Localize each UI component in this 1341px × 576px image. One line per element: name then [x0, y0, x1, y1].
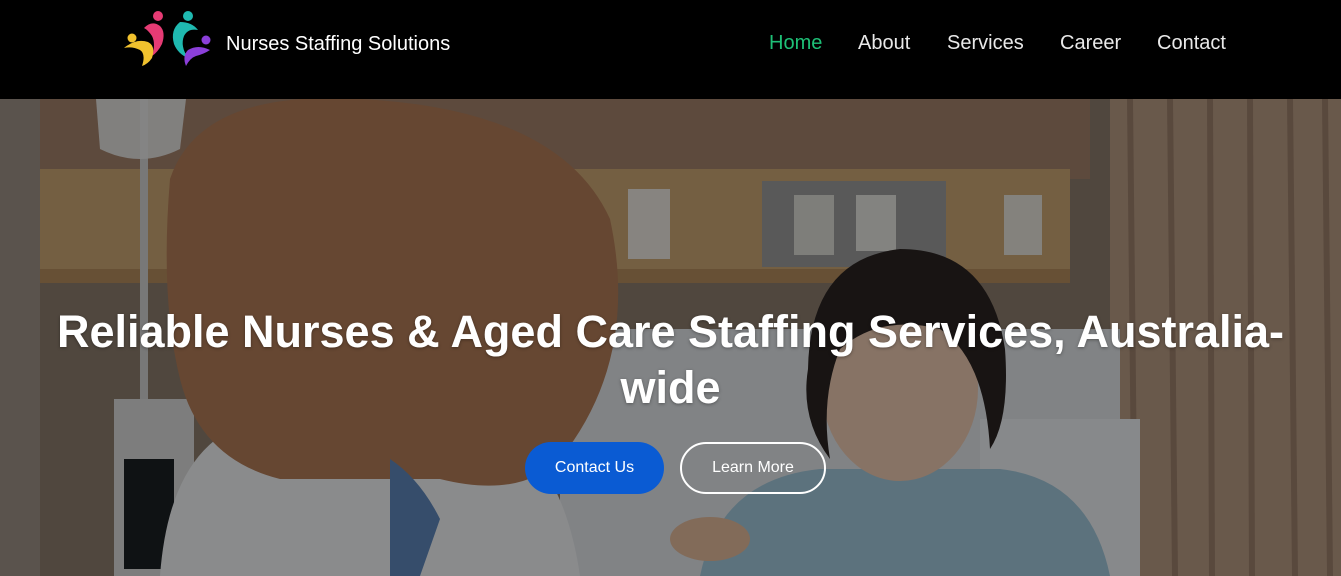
nav-services[interactable]: Services	[947, 32, 1024, 55]
hero-title-line-1: Reliable Nurses & Aged Care Staffing Ser…	[56, 306, 1285, 357]
nav-career[interactable]: Career	[1060, 32, 1121, 55]
hero-section: Reliable Nurses & Aged Care Staffing Ser…	[0, 99, 1341, 576]
nav-about[interactable]: About	[858, 32, 910, 55]
hero-title: Reliable Nurses & Aged Care Staffing Ser…	[10, 304, 1331, 416]
main-nav: Home About Services Career Contact	[0, 32, 1341, 58]
site-header: Nurses Staffing Solutions Home About Ser…	[0, 0, 1341, 99]
nav-home[interactable]: Home	[769, 32, 822, 55]
learn-more-button[interactable]: Learn More	[680, 442, 826, 494]
contact-us-button[interactable]: Contact Us	[525, 442, 664, 494]
nav-contact[interactable]: Contact	[1157, 32, 1226, 55]
hero-title-line-2: wide	[620, 362, 721, 413]
